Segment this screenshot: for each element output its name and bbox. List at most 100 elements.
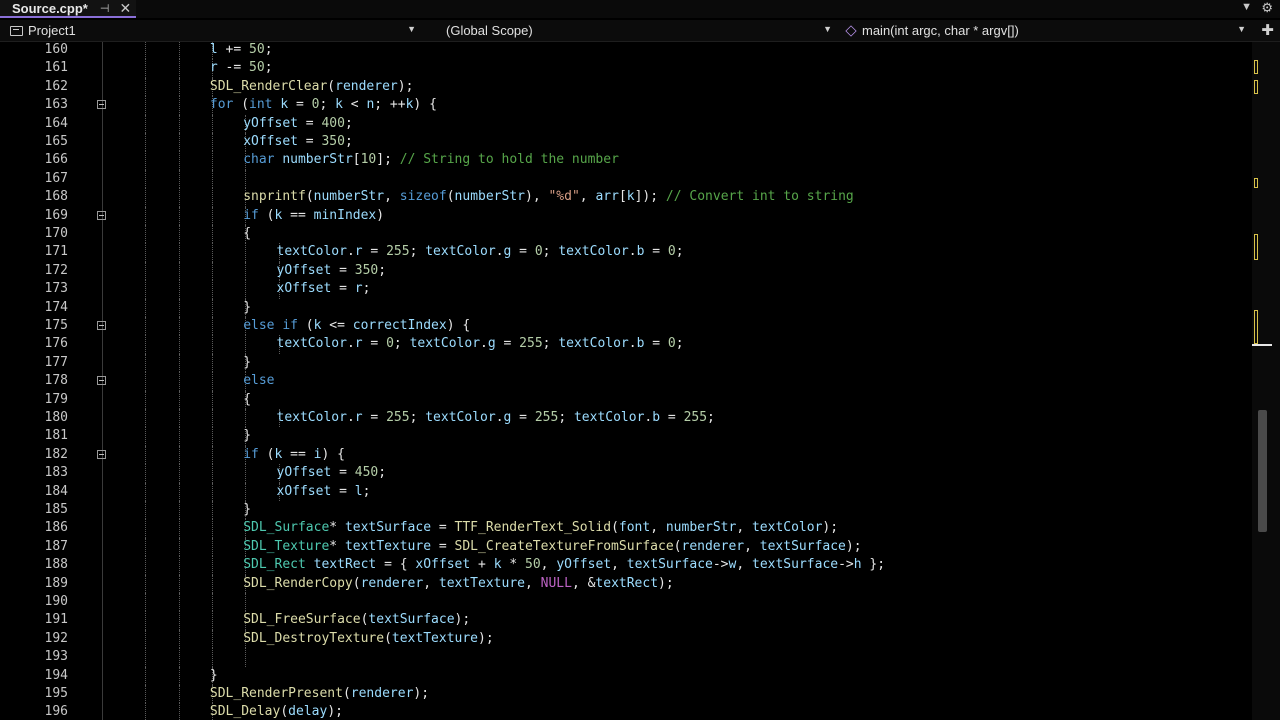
code-text: SDL_Delay(delay); xyxy=(210,703,343,720)
code-token: numberStr xyxy=(282,152,353,168)
indent-guide xyxy=(211,372,213,391)
fold-toggle-icon[interactable] xyxy=(97,449,106,459)
line-number: 176 xyxy=(44,336,68,352)
indent-guide xyxy=(211,151,213,170)
code-token: . xyxy=(480,336,488,352)
code-line[interactable]: 170 { xyxy=(0,225,1252,244)
code-token: = xyxy=(331,465,355,481)
code-line[interactable]: 171 textColor.r = 255; textColor.g = 0; t… xyxy=(0,243,1252,262)
code-token: = xyxy=(431,538,455,554)
code-token: = xyxy=(297,115,322,131)
indent-guide xyxy=(178,225,180,244)
code-line[interactable]: 183 yOffset = 450; xyxy=(0,464,1252,483)
tab-source-cpp[interactable]: Source.cpp* ⊣ ✕ xyxy=(0,0,136,18)
code-token: }; xyxy=(861,557,886,573)
code-line[interactable]: 161 r -= 50; xyxy=(0,59,1252,78)
code-token: yOffset xyxy=(276,465,332,481)
code-token: ; xyxy=(378,465,387,481)
code-line[interactable]: 160 l += 50; xyxy=(0,42,1252,60)
code-line[interactable]: 175 else if (k <= correctIndex) { xyxy=(0,317,1252,336)
code-line[interactable]: 192 SDL_DestroyTexture(textTexture); xyxy=(0,629,1252,649)
code-token: yOffset xyxy=(556,557,612,573)
tab-overflow-chevron-icon[interactable]: ▼ xyxy=(1241,1,1252,13)
function-cube-icon xyxy=(845,24,857,37)
fold-toggle-icon[interactable] xyxy=(97,321,106,330)
fold-toggle-icon[interactable] xyxy=(97,100,106,110)
code-line[interactable]: 194} xyxy=(0,666,1252,685)
function-dropdown[interactable]: main(int argc, char * argv[]) ▼ xyxy=(845,21,1250,40)
code-line[interactable]: 177} xyxy=(0,353,1252,373)
code-text: if (k == minIndex) xyxy=(243,207,384,225)
code-line[interactable]: 193 xyxy=(0,648,1252,667)
code-line[interactable]: 174} xyxy=(0,298,1252,317)
code-line[interactable]: 196 SDL_Delay(delay); xyxy=(0,703,1252,720)
code-token: , xyxy=(744,538,760,554)
code-token: } xyxy=(243,299,252,315)
code-token: 0 xyxy=(667,336,676,352)
code-line[interactable]: 188 SDL_Rect textRect = { xOffset + k * 5… xyxy=(0,556,1252,575)
code-line[interactable]: 185} xyxy=(0,501,1252,520)
code-token: 450 xyxy=(354,465,379,481)
close-icon[interactable]: ✕ xyxy=(119,0,131,17)
code-token: { xyxy=(243,226,252,241)
code-text: textColor.r = 255; textColor.g = 255; te… xyxy=(277,409,715,427)
indent-guide xyxy=(145,96,147,115)
indent-guide xyxy=(211,574,213,593)
code-line[interactable]: 189 SDL_RenderCopy(renderer, textTexture,… xyxy=(0,574,1252,593)
code-token: SDL_Delay xyxy=(209,704,281,720)
code-line[interactable]: 181} xyxy=(0,427,1252,446)
code-line[interactable]: 162 SDL_RenderClear(renderer); xyxy=(0,77,1252,97)
code-line[interactable]: 180 textColor.r = 255; textColor.g = 255;… xyxy=(0,409,1252,428)
code-line[interactable]: 172 yOffset = 350; xyxy=(0,261,1252,281)
code-token: renderer xyxy=(350,686,414,701)
code-line[interactable]: 169 if (k == minIndex) xyxy=(0,206,1252,225)
code-line[interactable]: 167 xyxy=(0,169,1252,189)
scroll-thumb[interactable] xyxy=(1258,410,1267,532)
pin-icon[interactable]: ⊣ xyxy=(100,2,110,15)
indent-guide xyxy=(211,298,213,317)
code-line[interactable]: 168 snprintf(numberStr, sizeof(numberStr)… xyxy=(0,188,1252,207)
indent-guide xyxy=(245,464,247,483)
indent-guide xyxy=(145,335,147,354)
code-token: textColor xyxy=(425,244,496,260)
code-line[interactable]: 187 SDL_Texture* textTexture = SDL_Create… xyxy=(0,537,1252,557)
code-line[interactable]: 163 for (int k = 0; k < n; ++k) { xyxy=(0,96,1252,115)
code-token: textColor xyxy=(409,336,481,352)
code-token: yOffset xyxy=(276,262,332,278)
code-line[interactable]: 176 textColor.r = 0; textColor.g = 255; t… xyxy=(0,335,1252,354)
vertical-scrollbar[interactable] xyxy=(1252,42,1280,720)
line-number: 194 xyxy=(44,667,68,683)
code-line[interactable]: 191 SDL_FreeSurface(textSurface); xyxy=(0,611,1252,630)
code-line[interactable]: 179 { xyxy=(0,390,1252,409)
code-line[interactable]: 164 yOffset = 400; xyxy=(0,114,1252,133)
code-line[interactable]: 186 SDL_Surface* textSurface = TTF_Render… xyxy=(0,519,1252,538)
fold-toggle-icon[interactable] xyxy=(97,210,106,220)
code-line[interactable]: 173 xOffset = r; xyxy=(0,280,1252,299)
code-token: = xyxy=(644,336,668,352)
code-line[interactable]: 190 xyxy=(0,593,1252,612)
indent-guide xyxy=(211,537,213,557)
indent-guide xyxy=(211,280,213,299)
fold-toggle-icon[interactable] xyxy=(97,376,106,386)
code-token: . xyxy=(628,336,637,352)
project-dropdown[interactable]: Project1 ▼ xyxy=(10,21,420,40)
code-line[interactable]: 166 char numberStr[10]; // String to hold… xyxy=(0,151,1252,170)
code-line[interactable]: 165 xOffset = 350; xyxy=(0,133,1252,152)
scope-dropdown[interactable]: (Global Scope) ▼ xyxy=(446,21,836,40)
gear-icon[interactable]: ⚙ xyxy=(1261,0,1273,16)
split-editor-icon[interactable]: ✚ xyxy=(1261,21,1274,39)
code-line[interactable]: 184 xOffset = l; xyxy=(0,482,1252,501)
code-line[interactable]: 178 else xyxy=(0,372,1252,391)
code-editor[interactable]: 160 l += 50; 161 r -= 50; 162 SDL_RenderClear… xyxy=(0,42,1252,720)
indent-guide xyxy=(145,611,147,630)
code-text: else if (k <= correctIndex) { xyxy=(243,317,470,335)
indent-guide xyxy=(178,188,180,207)
indent-guide xyxy=(245,261,247,281)
code-line[interactable]: 182 if (k == i) { xyxy=(0,445,1252,465)
indent-guide xyxy=(178,206,180,225)
code-line[interactable]: 195 SDL_RenderPresent(renderer); xyxy=(0,685,1252,704)
code-token: numberStr xyxy=(665,520,737,536)
code-token: . xyxy=(346,336,355,352)
indent-guide xyxy=(245,482,247,501)
